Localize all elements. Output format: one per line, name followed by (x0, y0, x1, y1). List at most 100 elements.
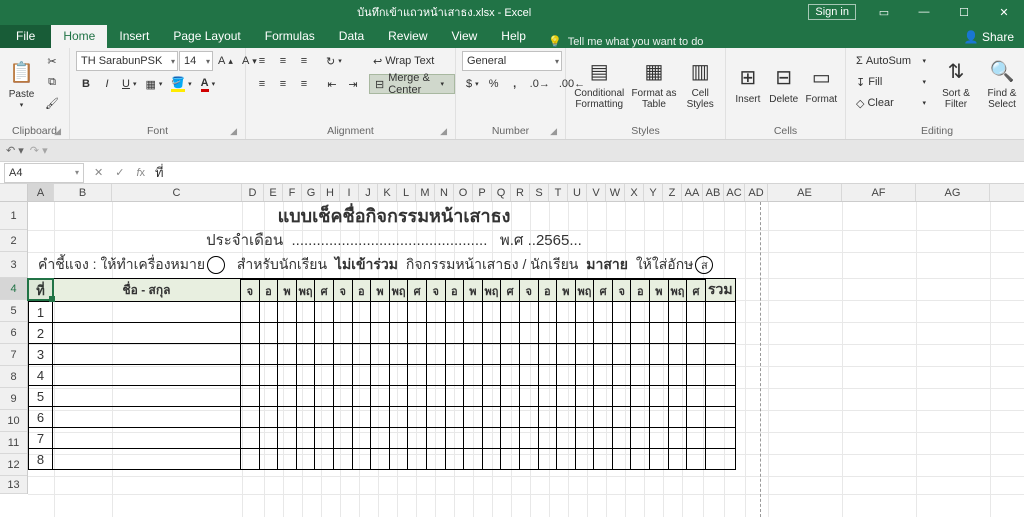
row-header-9[interactable]: 9 (0, 388, 27, 410)
col-header-B[interactable]: B (54, 184, 112, 201)
share-button[interactable]: 👤 Share (954, 26, 1024, 48)
col-header-I[interactable]: I (340, 184, 359, 201)
font-color-button[interactable]: A▾ (197, 74, 219, 94)
row-header-8[interactable]: 8 (0, 366, 27, 388)
decrease-indent-button[interactable]: ⇤ (322, 74, 342, 94)
tab-home[interactable]: Home (51, 25, 107, 48)
cut-button[interactable]: ✂ (41, 51, 63, 71)
increase-indent-button[interactable]: ⇥ (343, 74, 363, 94)
autosum-button[interactable]: ΣAutoSum▾ (852, 51, 930, 71)
delete-cells-button[interactable]: ⊟Delete (768, 51, 800, 117)
orientation-button[interactable]: ↻▾ (322, 51, 346, 71)
maximize-icon[interactable]: ☐ (944, 0, 984, 24)
select-all-triangle[interactable] (0, 184, 28, 202)
insert-cells-button[interactable]: ⊞Insert (732, 51, 764, 117)
name-box[interactable]: A4▾ (4, 163, 84, 183)
col-header-G[interactable]: G (302, 184, 321, 201)
col-header-E[interactable]: E (264, 184, 283, 201)
cell-styles-button[interactable]: ▥Cell Styles (681, 51, 719, 117)
comma-button[interactable]: , (505, 74, 525, 94)
minimize-icon[interactable]: ― (904, 0, 944, 24)
align-bottom-button[interactable]: ≡ (294, 51, 314, 71)
paste-button[interactable]: 📋 Paste ▾ (6, 51, 37, 117)
col-header-Z[interactable]: Z (663, 184, 682, 201)
bold-button[interactable]: B (76, 74, 96, 94)
underline-button[interactable]: U▾ (118, 74, 140, 94)
col-header-H[interactable]: H (321, 184, 340, 201)
col-header-Q[interactable]: Q (492, 184, 511, 201)
align-right-button[interactable]: ≡ (294, 74, 314, 94)
align-center-button[interactable]: ≡ (273, 74, 293, 94)
cells-area[interactable]: แบบเช็คชื่อกิจกรรมหน้าเสาธง ประจำเดือน .… (28, 202, 1024, 517)
col-header-AG[interactable]: AG (916, 184, 990, 201)
col-header-AE[interactable]: AE (768, 184, 842, 201)
percent-button[interactable]: % (484, 74, 504, 94)
row-headers[interactable]: 12345678910111213 (0, 202, 28, 494)
row-header-13[interactable]: 13 (0, 476, 27, 494)
row-header-1[interactable]: 1 (0, 202, 27, 230)
accounting-format-button[interactable]: $▾ (462, 74, 483, 94)
cancel-formula-icon[interactable]: ✕ (88, 166, 109, 179)
col-header-J[interactable]: J (359, 184, 378, 201)
col-header-AB[interactable]: AB (703, 184, 724, 201)
close-icon[interactable]: ✕ (984, 0, 1024, 24)
col-header-AC[interactable]: AC (724, 184, 745, 201)
tab-view[interactable]: View (440, 25, 490, 48)
formula-value[interactable]: ที่ (151, 162, 168, 183)
tell-me[interactable]: 💡 Tell me what you want to do (538, 35, 713, 48)
row-header-4[interactable]: 4 (0, 278, 27, 300)
row-header-12[interactable]: 12 (0, 454, 27, 476)
row-header-6[interactable]: 6 (0, 322, 27, 344)
tab-help[interactable]: Help (489, 25, 538, 48)
signin-button[interactable]: Sign in (808, 4, 856, 20)
number-dialog-icon[interactable]: ◢ (550, 126, 557, 137)
merge-center-button[interactable]: ⊟Merge & Center▾ (369, 74, 455, 94)
col-header-A[interactable]: A (28, 184, 54, 201)
fill-color-button[interactable]: 🪣▾ (167, 74, 195, 94)
col-header-P[interactable]: P (473, 184, 492, 201)
row-header-11[interactable]: 11 (0, 432, 27, 454)
clear-button[interactable]: ◇Clear▾ (852, 93, 930, 113)
alignment-dialog-icon[interactable]: ◢ (440, 126, 447, 137)
undo-button[interactable]: ↶ ▾ (6, 144, 24, 157)
copy-button[interactable]: ⧉ (41, 72, 63, 92)
worksheet-grid[interactable]: ABCDEFGHIJKLMNOPQRSTUVWXYZAAABACADAEAFAG… (0, 184, 1024, 517)
find-select-button[interactable]: 🔍Find & Select (982, 51, 1022, 117)
column-headers[interactable]: ABCDEFGHIJKLMNOPQRSTUVWXYZAAABACADAEAFAG (28, 184, 1024, 202)
col-header-M[interactable]: M (416, 184, 435, 201)
sort-filter-button[interactable]: ⇅Sort & Filter (936, 51, 976, 117)
row-header-3[interactable]: 3 (0, 252, 27, 278)
col-header-R[interactable]: R (511, 184, 530, 201)
col-header-X[interactable]: X (625, 184, 644, 201)
col-header-F[interactable]: F (283, 184, 302, 201)
col-header-AA[interactable]: AA (682, 184, 703, 201)
col-header-C[interactable]: C (112, 184, 242, 201)
format-as-table-button[interactable]: ▦Format as Table (630, 51, 677, 117)
col-header-U[interactable]: U (568, 184, 587, 201)
col-header-T[interactable]: T (549, 184, 568, 201)
align-middle-button[interactable]: ≡ (273, 51, 293, 71)
grow-font-button[interactable]: A▴ (214, 51, 237, 71)
redo-button[interactable]: ↷ ▾ (30, 144, 48, 157)
row-header-7[interactable]: 7 (0, 344, 27, 366)
ribbon-options-icon[interactable]: ▭ (864, 0, 904, 24)
increase-decimal-button[interactable]: .0→ (526, 74, 554, 94)
col-header-O[interactable]: O (454, 184, 473, 201)
col-header-K[interactable]: K (378, 184, 397, 201)
tab-file[interactable]: File (0, 25, 51, 48)
enter-formula-icon[interactable]: ✓ (109, 166, 130, 179)
col-header-AF[interactable]: AF (842, 184, 916, 201)
active-cell[interactable] (27, 278, 54, 301)
col-header-N[interactable]: N (435, 184, 454, 201)
tab-data[interactable]: Data (327, 25, 376, 48)
format-painter-button[interactable]: 🖌 (41, 93, 63, 113)
font-dialog-icon[interactable]: ◢ (230, 126, 237, 137)
fill-button[interactable]: ↧Fill▾ (852, 72, 930, 92)
col-header-Y[interactable]: Y (644, 184, 663, 201)
clipboard-dialog-icon[interactable]: ◢ (54, 126, 61, 137)
tab-page-layout[interactable]: Page Layout (161, 25, 252, 48)
col-header-D[interactable]: D (242, 184, 264, 201)
font-name-combo[interactable]: TH SarabunPSK▾ (76, 51, 178, 71)
wrap-text-button[interactable]: ↩Wrap Text (369, 51, 455, 71)
row-header-10[interactable]: 10 (0, 410, 27, 432)
